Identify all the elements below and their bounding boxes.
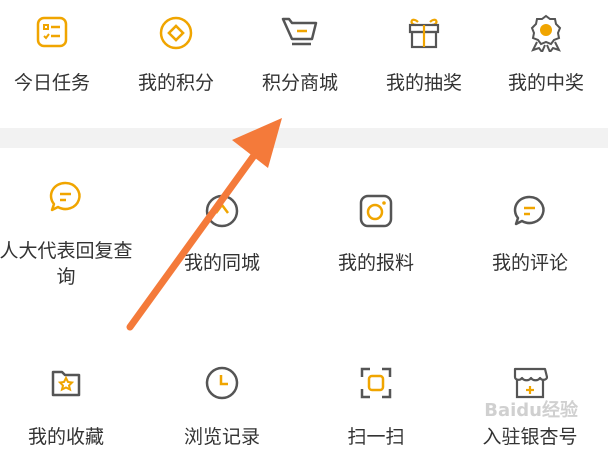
menu-label: 我的中奖: [507, 72, 584, 94]
menu-item-my-city[interactable]: 我的同城: [146, 190, 298, 280]
menu-item-my-comments[interactable]: 我的评论: [454, 190, 606, 280]
checklist-icon: [36, 16, 68, 48]
menu-label: 入驻银杏号: [482, 426, 578, 448]
menu-label: 扫一扫: [347, 426, 405, 448]
menu-label-line2: 询: [56, 266, 76, 288]
menu-label: 我的同城: [183, 252, 260, 274]
store-icon: [512, 366, 548, 400]
comment-icon: [49, 180, 83, 214]
camera-icon: [359, 194, 393, 228]
points-icon: [159, 16, 193, 50]
clock-icon: [205, 366, 239, 400]
menu-item-my-favorites[interactable]: 我的收藏: [0, 366, 142, 456]
menu-label: 我的收藏: [27, 426, 104, 448]
location-icon: [205, 194, 239, 228]
menu-label: 浏览记录: [183, 426, 260, 448]
menu-item-scan[interactable]: 扫一扫: [300, 366, 452, 456]
section-divider: [0, 128, 608, 148]
menu-label: 今日任务: [13, 72, 90, 94]
menu-item-browse-history[interactable]: 浏览记录: [146, 366, 298, 456]
gift-icon: [407, 14, 441, 50]
menu-item-my-report[interactable]: 我的报料: [300, 190, 452, 280]
menu-item-today-tasks[interactable]: 今日任务: [0, 0, 104, 128]
menu-item-my-winnings[interactable]: 我的中奖: [470, 0, 608, 128]
menu-label: 我的评论: [491, 252, 568, 274]
comment-icon: [513, 194, 547, 228]
cart-icon: [281, 16, 319, 50]
top-menu-row: 今日任务 我的积分 积分商城 我的抽奖 我的中奖: [0, 0, 608, 128]
medal-icon: [528, 14, 564, 52]
menu-item-deputy-reply[interactable]: 人大代表回复查 询: [0, 180, 142, 290]
scan-icon: [359, 366, 393, 400]
menu-label: 人大代表回复查: [0, 240, 133, 262]
menu-label: 我的报料: [337, 252, 414, 274]
star-folder-icon: [50, 366, 82, 398]
watermark-text: Baidu经验: [484, 400, 578, 421]
